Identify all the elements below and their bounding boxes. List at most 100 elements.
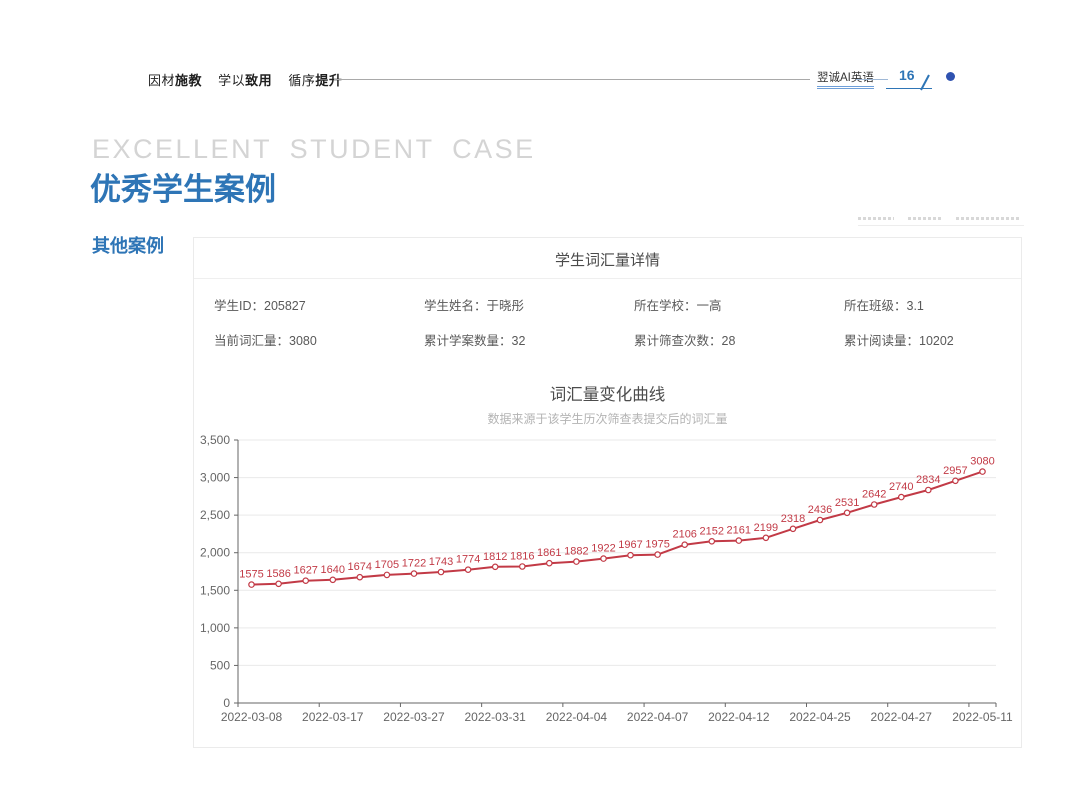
x-axis: 2022-03-082022-03-172022-03-272022-03-31…	[221, 703, 1013, 724]
data-point	[465, 567, 470, 572]
data-point-label: 2161	[727, 525, 751, 537]
data-point	[655, 552, 660, 557]
data-point-label: 1812	[483, 551, 507, 563]
y-tick-label: 500	[210, 658, 230, 672]
data-point-label: 2642	[862, 489, 886, 501]
clipped-text-row	[858, 207, 1024, 220]
grid-lines	[238, 440, 996, 665]
data-point	[736, 538, 741, 543]
y-tick-label: 3,500	[200, 433, 230, 447]
data-point-label: 1816	[510, 551, 534, 563]
student-school-field: 所在学校：一高	[634, 295, 844, 314]
data-point	[411, 571, 416, 576]
data-point	[628, 553, 633, 558]
title-english: EXCELLENT STUDENT CASE	[92, 134, 536, 165]
student-name-field: 学生姓名：于晓彤	[424, 295, 634, 314]
total-screenings-field: 累计筛查次数：28	[634, 330, 844, 349]
current-vocab-field: 当前词汇量：3080	[214, 330, 424, 349]
line-chart-svg: 05001,0001,5002,0002,5003,0003,5002022-0…	[194, 428, 1023, 733]
data-point-label: 1674	[348, 561, 372, 573]
data-point-label: 1975	[645, 539, 669, 551]
chart-subtitle: 数据来源于该学生历次筛查表提交后的词汇量	[194, 410, 1021, 427]
data-point	[817, 517, 822, 522]
data-point	[601, 556, 606, 561]
student-id-field: 学生ID：205827	[214, 295, 424, 314]
data-point-label: 2318	[781, 513, 805, 525]
student-stats-row: 当前词汇量：3080 累计学案数量：32 累计筛查次数：28 累计阅读量：102…	[194, 330, 1021, 349]
y-tick-label: 1,500	[200, 583, 230, 597]
data-point-label: 1705	[375, 559, 399, 571]
y-tick-label: 0	[223, 696, 230, 710]
x-tick-label: 2022-04-12	[708, 710, 770, 724]
slogan-word-2-bold: 致用	[245, 73, 272, 88]
x-tick-label: 2022-04-04	[546, 710, 608, 724]
clipped-row-divider	[858, 225, 1024, 226]
data-point-label: 1627	[293, 565, 317, 577]
x-tick-label: 2022-03-08	[221, 710, 283, 724]
data-point-label: 2834	[916, 474, 940, 486]
x-tick-label: 2022-04-25	[789, 710, 851, 724]
data-point	[357, 575, 362, 580]
data-point-label: 3080	[970, 456, 994, 468]
section-label-other-cases[interactable]: 其他案例	[92, 232, 164, 258]
x-tick-label: 2022-03-17	[302, 710, 364, 724]
y-tick-label: 1,000	[200, 621, 230, 635]
x-tick-label: 2022-05-11	[952, 710, 1013, 724]
data-point	[763, 535, 768, 540]
data-point-label: 1743	[429, 556, 453, 568]
clipped-text-fragment	[908, 217, 942, 220]
header-dot	[946, 72, 955, 81]
data-point	[872, 502, 877, 507]
data-point	[844, 510, 849, 515]
data-point	[899, 494, 904, 499]
data-point-label: 1722	[402, 558, 426, 570]
x-tick-label: 2022-04-27	[871, 710, 933, 724]
data-point-label: 1575	[239, 569, 263, 581]
header-slogan: 因材施教 学以致用 循序提升	[148, 70, 354, 89]
card-title-divider	[194, 278, 1021, 279]
total-lessons-field: 累计学案数量：32	[424, 330, 634, 349]
data-point-label: 2152	[700, 525, 724, 537]
y-tick-label: 2,000	[200, 546, 230, 560]
data-point-label: 1586	[266, 568, 290, 580]
brand-dash-line	[856, 79, 888, 80]
page-number: 16	[899, 67, 915, 83]
slogan-word-3-normal: 循序	[288, 73, 315, 88]
data-point	[249, 582, 254, 587]
data-point	[574, 559, 579, 564]
chart-title: 词汇量变化曲线	[194, 381, 1021, 405]
data-point-label: 1882	[564, 546, 588, 558]
data-point-label: 2436	[808, 504, 832, 516]
data-point-label: 2199	[754, 522, 778, 534]
clipped-text-fragment	[858, 217, 894, 220]
data-point	[384, 572, 389, 577]
data-point-label: 1861	[537, 547, 561, 559]
data-point-label: 1640	[321, 564, 345, 576]
data-point	[980, 469, 985, 474]
data-point-label: 1967	[618, 539, 642, 551]
student-vocab-detail-card: 学生词汇量详情 学生ID：205827 学生姓名：于晓彤 所在学校：一高 所在班…	[193, 237, 1022, 748]
y-tick-label: 3,000	[200, 471, 230, 485]
slogan-word-2-normal: 学以	[218, 73, 245, 88]
data-point	[953, 478, 958, 483]
data-point-label: 1774	[456, 554, 480, 566]
clipped-text-fragment	[956, 217, 1020, 220]
x-tick-label: 2022-04-07	[627, 710, 689, 724]
data-labels: 157515861627 1640167417051722174317741812…	[239, 456, 994, 581]
data-point-label: 2957	[943, 465, 967, 477]
data-point	[709, 539, 714, 544]
page-number-underline	[886, 88, 932, 89]
data-point	[682, 542, 687, 547]
data-point-label: 2106	[672, 529, 696, 541]
data-point-label: 2531	[835, 497, 859, 509]
data-point	[926, 487, 931, 492]
card-title: 学生词汇量详情	[194, 249, 1021, 270]
data-point	[547, 561, 552, 566]
page-title: 优秀学生案例	[90, 164, 276, 209]
y-axis: 05001,0001,5002,0002,5003,0003,500	[200, 433, 238, 710]
student-class-field: 所在班级：3.1	[844, 295, 1021, 314]
data-point	[330, 577, 335, 582]
slogan-word-1-bold: 施教	[175, 73, 202, 88]
x-tick-label: 2022-03-31	[464, 710, 526, 724]
data-point	[303, 578, 308, 583]
